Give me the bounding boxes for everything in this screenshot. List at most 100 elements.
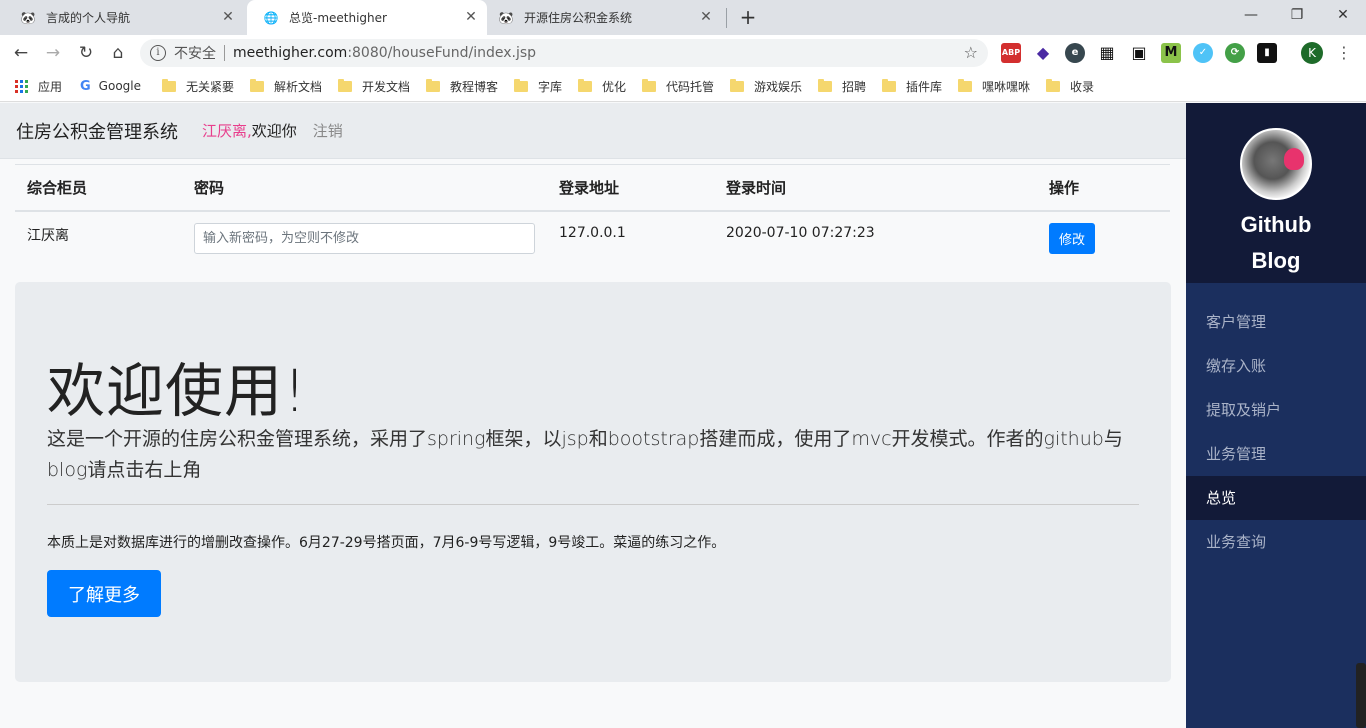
forward-arrow-icon[interactable]: → [40,40,66,66]
bookmark-apps[interactable]: 应用 [15,77,62,95]
m-extension-icon[interactable]: M [1161,43,1181,63]
menu-kebab-icon[interactable]: ⋮ [1336,41,1352,65]
bookmark-label: Google [98,79,141,93]
welcome-note: 本质上是对数据库进行的增删改查操作。6月27-29号搭页面，7月6-9号写逻辑，… [47,535,726,551]
bookmark-label: 优化 [602,79,627,94]
bookmark-google[interactable]: G Google [80,77,141,95]
tampermonkey-extension-icon[interactable]: ▮ [1257,43,1277,63]
tab-title: 言成的个人导航 [46,11,131,25]
security-label: 不安全 [174,46,216,62]
modify-button[interactable]: 修改 [1049,222,1095,254]
check-extension-icon[interactable]: ✓ [1193,43,1213,63]
bookmark-folder[interactable]: 优化 [578,77,626,95]
bookmark-label: 字库 [538,79,563,94]
sidebar-title[interactable]: Github Blog [1186,207,1366,279]
tab-close-icon[interactable]: ✕ [463,9,479,25]
login-time: 2020-07-10 07:27:23 [726,224,875,241]
scrollbar[interactable] [1356,663,1366,728]
bookmark-folder[interactable]: 教程博客 [426,77,498,95]
sidebar: Github Blog 客户管理 缴存入账 提取及销户 业务管理 总览 业务查询 [1186,103,1366,728]
window-close-icon[interactable]: ✕ [1320,0,1366,30]
tab-title: 开源住房公积金系统 [524,11,633,25]
minimize-icon[interactable]: — [1228,0,1274,30]
adblock-extension-icon[interactable]: ABP [1001,43,1021,63]
github-link[interactable]: Github [1186,207,1366,243]
address-host: meethigher.com [233,45,348,61]
bookmark-folder[interactable]: 收录 [1046,77,1094,95]
page-header: 住房公积金管理系统 江厌离, 欢迎你 注销 [0,103,1186,159]
reload-icon[interactable]: ↻ [73,40,99,66]
bookmark-folder[interactable]: 招聘 [818,77,866,95]
logout-link[interactable]: 注销 [313,120,343,141]
welcome-jumbotron: 欢迎使用! 这是一个开源的住房公积金管理系统，采用了spring框架，以jsp和… [15,282,1171,682]
qrcode-extension-icon[interactable]: ▦ [1097,43,1117,63]
sidebar-item-overview[interactable]: 总览 [1186,476,1366,520]
bookmark-label: 插件库 [906,79,943,94]
page-content: 住房公积金管理系统 江厌离, 欢迎你 注销 综合柜员 密码 登录地址 登录时间 … [0,103,1186,728]
browser-tab-3[interactable]: 🐼 开源住房公积金系统 ✕ [482,0,722,35]
sidebar-item-withdraw[interactable]: 提取及销户 [1186,388,1366,432]
bookmark-folder[interactable]: 代码托管 [642,77,714,95]
apps-grid-icon [15,79,28,93]
folder-icon [730,78,744,92]
bookmark-folder[interactable]: 游戏娱乐 [730,77,802,95]
folder-icon [514,78,528,92]
restore-icon[interactable]: ❐ [1274,0,1320,30]
address-divider [224,45,225,61]
sidebar-item-customer-management[interactable]: 客户管理 [1186,300,1366,344]
bookmark-label: 招聘 [842,79,867,94]
google-icon: G [80,78,91,94]
back-arrow-icon[interactable]: ← [8,40,34,66]
password-cell [182,211,547,267]
folder-icon [578,78,592,92]
bookmark-label: 嘿咻嘿咻 [982,79,1031,94]
bookmark-label: 代码托管 [666,79,715,94]
new-password-input[interactable] [194,222,535,254]
sidebar-menu: 客户管理 缴存入账 提取及销户 业务管理 总览 业务查询 [1186,300,1366,564]
profile-avatar[interactable]: K [1301,42,1323,64]
folder-icon [250,78,264,92]
sidebar-item-business-management[interactable]: 业务管理 [1186,432,1366,476]
bookmark-folder[interactable]: 开发文档 [338,77,410,95]
address-bar[interactable]: i 不安全 meethigher.com :8080/houseFund/ind… [140,39,988,67]
browser-tabstrip: 🐼 言成的个人导航 ✕ 🌐 总览-meethigher ✕ 🐼 开源住房公积金系… [0,0,1366,35]
browser-toolbar: ← → ↻ ⌂ i 不安全 meethigher.com :8080/house… [0,35,1366,71]
avatar[interactable] [1240,128,1312,200]
pip-extension-icon[interactable]: ▣ [1129,43,1149,63]
action-cell: 修改 [1037,211,1170,267]
e-extension-icon[interactable]: e [1065,43,1085,63]
bookmark-label: 应用 [38,79,63,94]
sidebar-item-business-query[interactable]: 业务查询 [1186,520,1366,564]
home-icon[interactable]: ⌂ [105,40,131,66]
new-tab-icon[interactable]: + [736,6,760,30]
browser-tab-2[interactable]: 🌐 总览-meethigher ✕ [247,0,487,35]
blog-link[interactable]: Blog [1186,243,1366,279]
folder-icon [426,78,440,92]
tab-close-icon[interactable]: ✕ [698,9,714,25]
bookmark-folder[interactable]: 无关紧要 [162,77,234,95]
info-icon[interactable]: i [150,45,166,61]
browser-tab-1[interactable]: 🐼 言成的个人导航 ✕ [4,0,244,35]
diamond-extension-icon[interactable]: ◆ [1033,43,1053,63]
welcome-title: 欢迎使用! [47,357,308,425]
learn-more-button[interactable]: 了解更多 [47,570,161,617]
sync-extension-icon[interactable]: ⟳ [1225,43,1245,63]
rose-icon [1284,148,1304,170]
bookmark-folder[interactable]: 字库 [514,77,562,95]
teller-table: 综合柜员 密码 登录地址 登录时间 操作 江厌离 127.0.0.1 2020-… [15,164,1170,267]
bookmark-folder[interactable]: 解析文档 [250,77,322,95]
sidebar-item-deposit[interactable]: 缴存入账 [1186,344,1366,388]
bookmark-label: 游戏娱乐 [754,79,803,94]
tab-close-icon[interactable]: ✕ [220,9,236,25]
folder-icon [958,78,972,92]
tab-separator [726,8,727,28]
folder-icon [642,78,656,92]
bookmark-star-icon[interactable]: ☆ [964,43,978,62]
bookmark-folder[interactable]: 嘿咻嘿咻 [958,77,1030,95]
bookmark-folder[interactable]: 插件库 [882,77,942,95]
bookmark-label: 教程博客 [450,79,499,94]
bookmark-label: 解析文档 [274,79,323,94]
bookmark-label: 开发文档 [362,79,411,94]
folder-icon [1046,78,1060,92]
column-header: 登录时间 [714,164,1037,212]
